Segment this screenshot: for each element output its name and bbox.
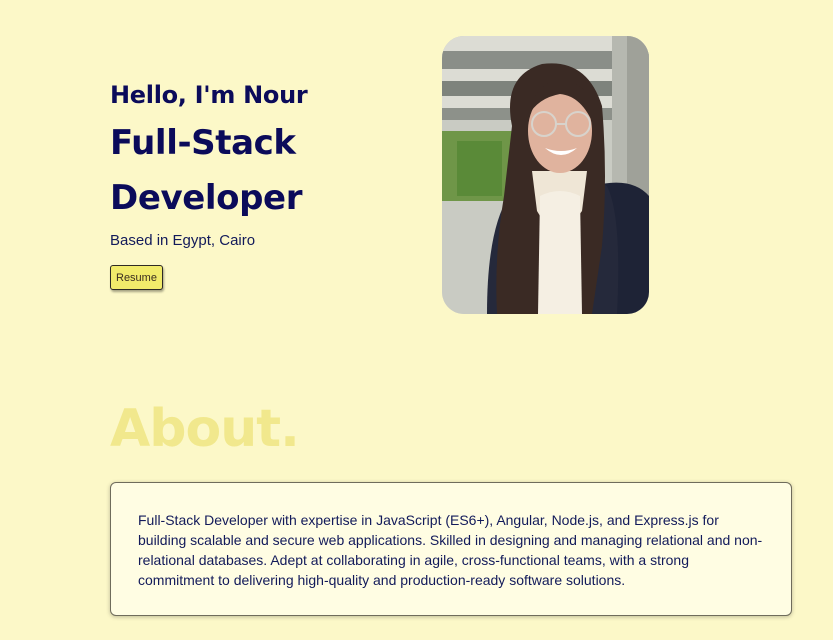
hero-title-line-2: Developer: [110, 178, 303, 218]
hero-greeting: Hello, I'm Nour: [110, 81, 308, 109]
hero-section: Hello, I'm Nour Full-Stack Developer Bas…: [110, 78, 410, 290]
hero-title-line-1: Full-Stack: [110, 123, 296, 163]
about-card: Full-Stack Developer with expertise in J…: [110, 482, 792, 616]
about-description: Full-Stack Developer with expertise in J…: [138, 512, 763, 588]
hero-title: Full-Stack Developer: [110, 116, 410, 226]
hero-location: Based in Egypt, Cairo: [110, 232, 256, 249]
profile-photo: [442, 36, 649, 314]
about-heading: About.: [110, 399, 300, 459]
resume-button[interactable]: Resume: [110, 265, 163, 290]
